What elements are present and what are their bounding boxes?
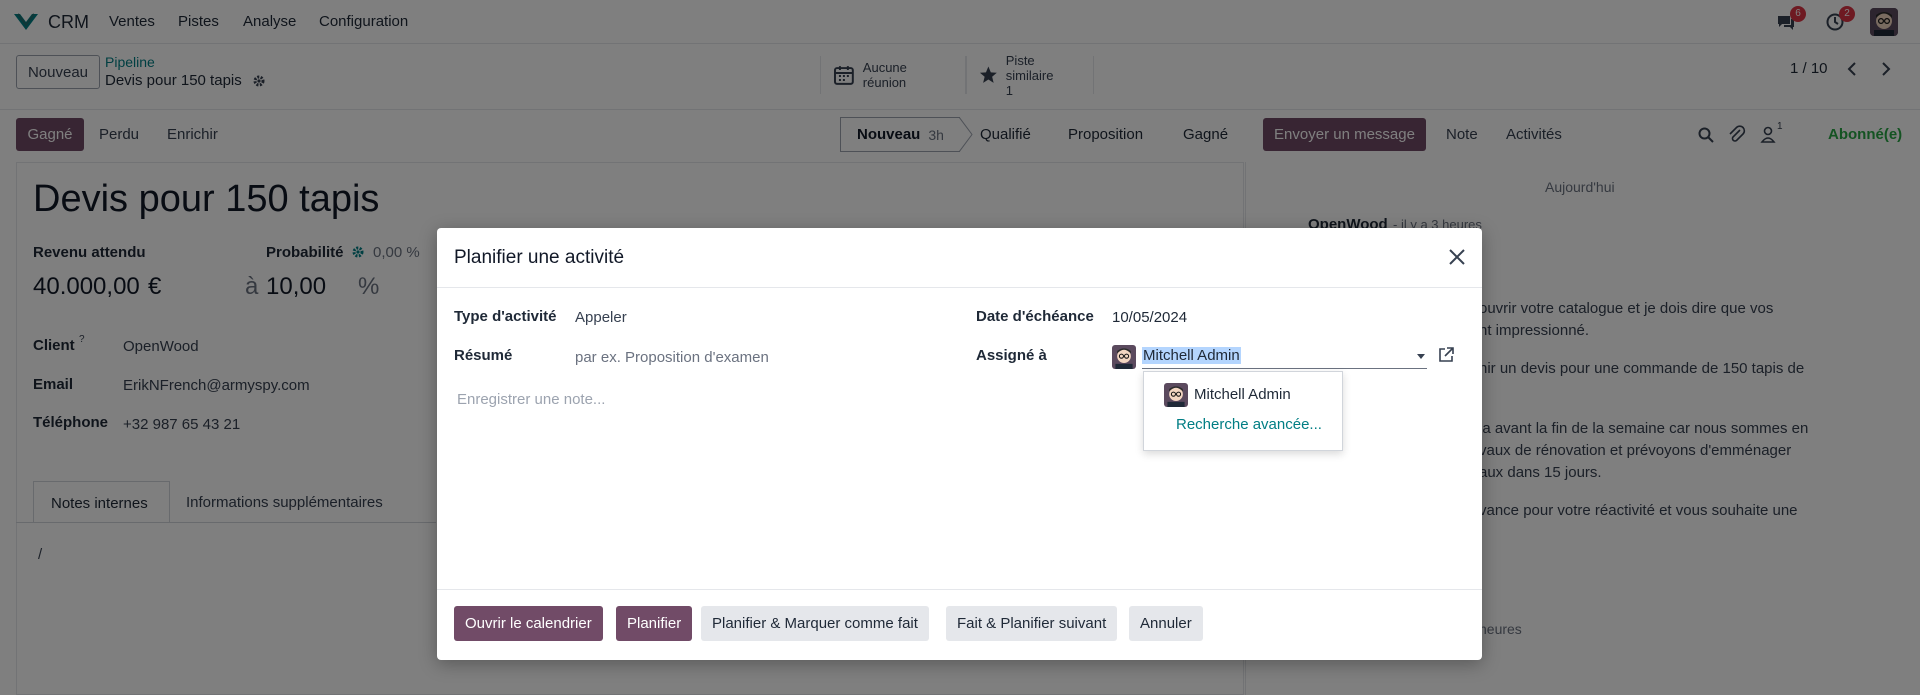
dropdown-user-avatar [1164, 383, 1188, 407]
due-date-field[interactable]: 10/05/2024 [1112, 309, 1187, 326]
note-editor[interactable]: Enregistrer une note... [457, 391, 605, 408]
schedule-activity-dialog: Planifier une activité Type d'activité A… [437, 228, 1482, 660]
cancel-button[interactable]: Annuler [1129, 606, 1203, 641]
modal-header: Planifier une activité [437, 228, 1482, 288]
avatar-image-icon [1164, 383, 1188, 407]
assigned-user-avatar [1112, 345, 1136, 369]
open-calendar-button[interactable]: Ouvrir le calendrier [454, 606, 603, 641]
assigned-user-value: Mitchell Admin [1142, 347, 1241, 364]
modal-footer: Ouvrir le calendrier Planifier Planifier… [437, 589, 1482, 660]
assignee-dropdown: Mitchell Admin Recherche avancée... [1143, 371, 1343, 451]
dropdown-option-user[interactable]: Mitchell Admin [1194, 386, 1291, 403]
activity-type-label: Type d'activité [454, 308, 557, 325]
avatar-image-icon [1112, 345, 1136, 369]
done-schedule-next-button[interactable]: Fait & Planifier suivant [946, 606, 1118, 641]
assigned-user-input[interactable]: Mitchell Admin [1142, 345, 1427, 369]
summary-input[interactable]: par ex. Proposition d'examen [575, 349, 769, 366]
summary-label: Résumé [454, 347, 513, 364]
activity-type-field[interactable]: Appeler [575, 309, 627, 326]
schedule-mark-done-button[interactable]: Planifier & Marquer comme fait [701, 606, 929, 641]
close-icon[interactable] [1444, 244, 1470, 270]
chevron-down-icon[interactable] [1417, 354, 1425, 359]
due-date-label: Date d'échéance [976, 308, 1094, 325]
dropdown-advanced-search[interactable]: Recherche avancée... [1176, 416, 1322, 433]
schedule-button[interactable]: Planifier [616, 606, 693, 641]
external-link-icon[interactable] [1437, 346, 1455, 364]
modal-title: Planifier une activité [454, 247, 625, 268]
assigned-label: Assigné à [976, 347, 1047, 364]
